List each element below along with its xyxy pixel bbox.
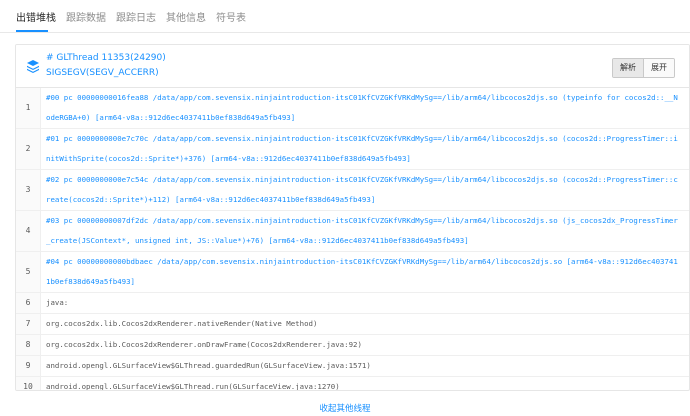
stack-line: 5 #04 pc 00000000000bdbaec /data/app/com… [16, 252, 689, 293]
stack-line: 1 #00 pc 00000000016fea88 /data/app/com.… [16, 88, 689, 129]
stack-line: 3 #02 pc 0000000000e7c54c /data/app/com.… [16, 170, 689, 211]
frame-text: org.cocos2dx.lib.Cocos2dxRenderer.onDraw… [46, 340, 362, 349]
line-number: 2 [25, 144, 31, 153]
thread-header: # GLThread 11353(24290) SIGSEGV(SEGV_ACC… [16, 45, 689, 88]
thread-title: # GLThread 11353(24290) [46, 53, 166, 63]
tab-symbol-table[interactable]: 符号表 [216, 9, 246, 24]
line-number: 6 [25, 298, 31, 307]
tab-trace-data[interactable]: 跟踪数据 [66, 9, 106, 24]
collapse-other-threads-link[interactable]: 收起其他线程 [0, 402, 690, 414]
frame-text: org.cocos2dx.lib.Cocos2dxRenderer.native… [46, 319, 318, 328]
frame-text: android.opengl.GLSurfaceView$GLThread.gu… [46, 361, 371, 370]
frame-text: java: [46, 298, 69, 307]
stack-line: 9 android.opengl.GLSurfaceView$GLThread.… [16, 356, 689, 377]
stack-line: 7 org.cocos2dx.lib.Cocos2dxRenderer.nati… [16, 314, 689, 335]
line-number: 4 [25, 226, 31, 235]
frame-text: #04 pc 00000000000bdbaec /data/app/com.s… [46, 257, 678, 286]
stack-lines: 1 #00 pc 00000000016fea88 /data/app/com.… [16, 88, 689, 391]
expand-button[interactable]: 展开 [644, 59, 674, 77]
crash-signal: SIGSEGV(SEGV_ACCERR) [46, 68, 159, 78]
line-number: 8 [25, 340, 31, 349]
line-number: 5 [25, 267, 31, 276]
line-number: 9 [25, 361, 31, 370]
line-number: 3 [25, 185, 31, 194]
tab-trace-log[interactable]: 跟踪日志 [116, 9, 156, 24]
frame-text: #00 pc 00000000016fea88 /data/app/com.se… [46, 93, 678, 122]
line-number: 10 [23, 382, 33, 391]
layers-icon [27, 60, 39, 73]
view-toggle: 解析 展开 [612, 58, 675, 78]
line-number: 1 [25, 103, 31, 112]
tab-bar: 出错堆栈 跟踪数据 跟踪日志 其他信息 符号表 [0, 0, 690, 33]
stack-line: 8 org.cocos2dx.lib.Cocos2dxRenderer.onDr… [16, 335, 689, 356]
line-number: 7 [25, 319, 31, 328]
active-tab-indicator [16, 30, 48, 32]
frame-text: #01 pc 0000000000e7c70c /data/app/com.se… [46, 134, 678, 163]
stack-line: 10 android.opengl.GLSurfaceView$GLThread… [16, 377, 689, 391]
analyze-button[interactable]: 解析 [613, 59, 644, 77]
frame-text: android.opengl.GLSurfaceView$GLThread.ru… [46, 382, 340, 391]
stack-card: # GLThread 11353(24290) SIGSEGV(SEGV_ACC… [15, 44, 690, 391]
stack-line: 4 #03 pc 00000000007df2dc /data/app/com.… [16, 211, 689, 252]
tab-error-stack[interactable]: 出错堆栈 [16, 9, 56, 24]
stack-line: 6 java: [16, 293, 689, 314]
tab-other-info[interactable]: 其他信息 [166, 9, 206, 24]
stack-line: 2 #01 pc 0000000000e7c70c /data/app/com.… [16, 129, 689, 170]
frame-text: #02 pc 0000000000e7c54c /data/app/com.se… [46, 175, 678, 204]
frame-text: #03 pc 00000000007df2dc /data/app/com.se… [46, 216, 678, 245]
